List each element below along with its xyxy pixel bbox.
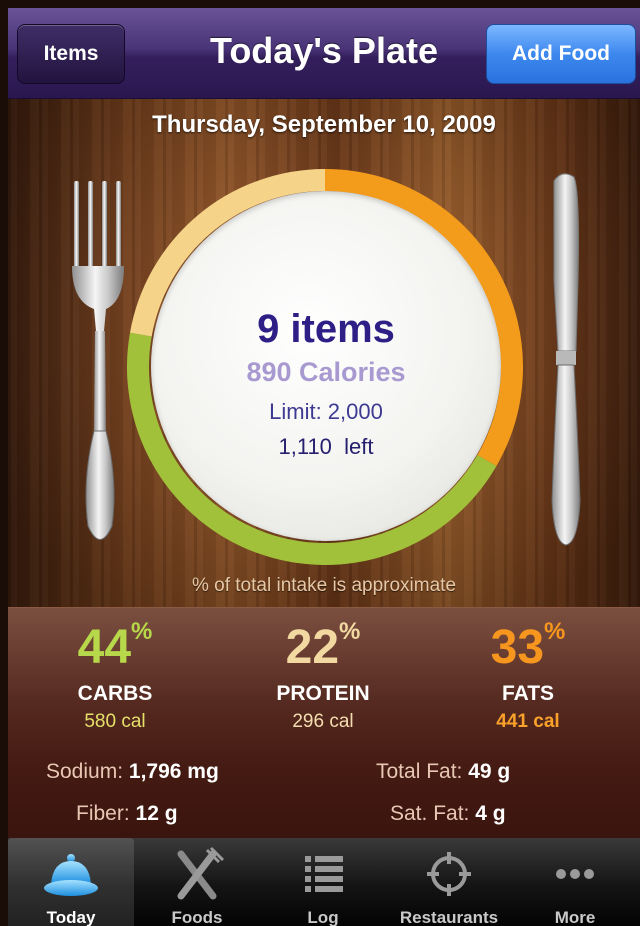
approximation-note: % of total intake is approximate	[191, 575, 457, 596]
tab-log-label: Log	[307, 908, 339, 926]
total-fat-row: Total Fat: 49 g	[376, 760, 510, 784]
fats-percent: 33%	[438, 618, 618, 675]
carbs-calories: 580 cal	[84, 711, 146, 732]
current-date: Thursday, September 10, 2009	[152, 111, 496, 138]
sat-fat-row: Sat. Fat: 4 g	[390, 802, 506, 826]
calorie-limit: Limit: 2,000	[269, 399, 383, 424]
tab-bar: Today Foods Log Restaurants More	[8, 838, 640, 926]
tab-log[interactable]: Log	[260, 838, 386, 926]
total-fat-value: 49 g	[468, 760, 511, 783]
tab-foods-label: Foods	[171, 908, 223, 926]
fiber-value: 12 g	[135, 802, 178, 825]
plate-cloche-icon	[44, 854, 98, 896]
tab-more[interactable]: More	[512, 838, 638, 926]
fork-knife-icon	[177, 846, 225, 900]
tab-foods[interactable]: Foods	[134, 838, 260, 926]
plate-table-area: Thursday, September 10, 2009 9 items 890…	[8, 99, 640, 607]
crosshair-icon	[427, 852, 471, 896]
fork-icon	[72, 181, 124, 540]
sodium-value: 1,796 mg	[128, 760, 219, 783]
carbs-percent-sign: %	[131, 618, 153, 645]
tab-restaurants-label: Restaurants	[399, 908, 499, 926]
fiber-label: Fiber:	[76, 802, 130, 825]
carbs-percent: 44%	[25, 618, 205, 675]
add-food-button[interactable]: Add Food	[486, 24, 636, 84]
calories-left: 1,110 left	[278, 434, 374, 459]
protein-value: 22	[285, 621, 340, 674]
fats-value: 33	[490, 621, 545, 674]
fats-label: FATS	[501, 682, 555, 705]
navigation-bar: Items Today's Plate Add Food	[8, 8, 640, 99]
protein-percent-sign: %	[339, 618, 361, 645]
tab-today-label: Today	[46, 908, 96, 926]
carbs-value: 44	[77, 621, 132, 674]
fats-percent-sign: %	[544, 618, 566, 645]
knife-icon	[551, 173, 581, 546]
protein-label: PROTEIN	[276, 682, 370, 705]
app-screen: Items Today's Plate Add Food Thursday, S…	[8, 8, 640, 926]
sat-fat-value: 4 g	[475, 802, 506, 825]
sodium-row: Sodium: 1,796 mg	[46, 760, 219, 784]
protein-percent: 22%	[233, 618, 413, 675]
tab-restaurants[interactable]: Restaurants	[386, 838, 512, 926]
fiber-row: Fiber: 12 g	[76, 802, 178, 826]
macro-stats-panel: 44% CARBS 580 cal 22% PROTEIN 296 cal 33…	[8, 607, 640, 839]
total-fat-label: Total Fat:	[376, 760, 463, 783]
more-dots-icon	[556, 869, 594, 879]
tab-more-label: More	[554, 908, 596, 926]
protein-calories: 296 cal	[292, 711, 354, 732]
sat-fat-label: Sat. Fat:	[390, 802, 470, 825]
fats-calories: 441 cal	[496, 711, 560, 732]
carbs-label: CARBS	[77, 682, 153, 705]
sodium-label: Sodium:	[46, 760, 124, 783]
calories-total: 890 Calories	[246, 357, 406, 387]
tab-today[interactable]: Today	[8, 838, 134, 926]
item-count: 9 items	[257, 307, 395, 351]
list-icon	[305, 856, 343, 892]
